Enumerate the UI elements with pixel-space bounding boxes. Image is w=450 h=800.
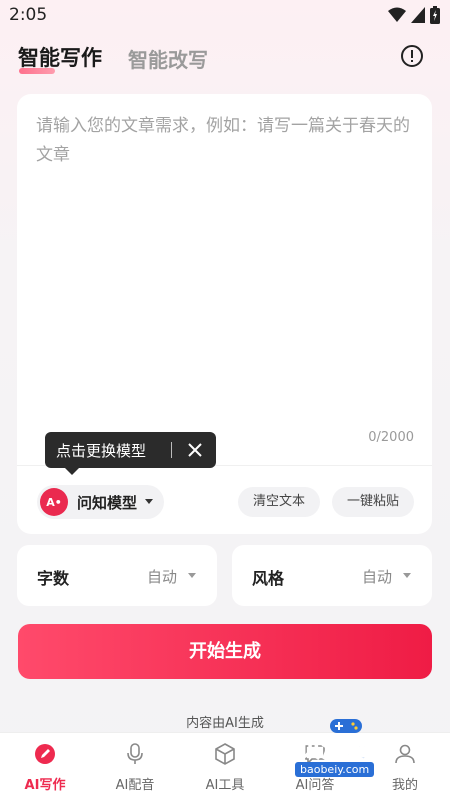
model-selector[interactable]: A• 问知模型 — [37, 485, 164, 519]
tooltip-separator — [171, 442, 172, 458]
clear-text-button[interactable]: 清空文本 — [238, 487, 320, 517]
pen-icon — [35, 744, 55, 764]
signal-icon — [411, 7, 425, 23]
status-time: 2:05 — [9, 5, 48, 25]
style-label: 风格 — [252, 569, 285, 588]
model-tooltip: 点击更换模型 — [45, 432, 216, 475]
microphone-icon — [127, 743, 143, 764]
header: 智能写作 智能改写 — [0, 38, 450, 82]
tab-smart-rewrite[interactable]: 智能改写 — [128, 44, 208, 73]
model-logo-icon: A• — [40, 488, 68, 516]
paste-button[interactable]: 一键粘贴 — [332, 487, 414, 517]
cube-icon — [215, 743, 235, 765]
tooltip-text: 点击更换模型 — [56, 442, 147, 460]
watermark-text: 宝贝游戏网 — [275, 738, 392, 764]
article-request-input[interactable]: 请输入您的文章需求，例如：请写一篇关于春天的文章 — [36, 112, 416, 170]
nav-ai-writing[interactable]: AI写作 — [0, 733, 90, 800]
word-count-label: 字数 — [37, 569, 70, 588]
word-count-select[interactable]: 字数 自动 — [17, 545, 217, 606]
wifi-icon — [388, 7, 406, 22]
generate-button[interactable]: 开始生成 — [18, 624, 432, 679]
caret-down-icon — [188, 573, 196, 578]
style-value: 自动 — [361, 568, 392, 586]
caret-down-icon — [403, 573, 411, 578]
info-icon[interactable] — [400, 44, 424, 68]
watermark: 宝贝游戏网 baobeiy.com — [275, 716, 424, 780]
nav-ai-voice[interactable]: AI配音 — [90, 733, 180, 800]
nav-label: AI配音 — [115, 778, 155, 793]
word-count-value: 自动 — [146, 568, 177, 586]
watermark-url: baobeiy.com — [295, 762, 375, 777]
nav-label: AI工具 — [205, 778, 245, 793]
tooltip-arrow — [65, 468, 79, 475]
status-icons — [388, 6, 440, 24]
battery-icon — [430, 6, 440, 24]
nav-label: AI写作 — [24, 778, 66, 793]
nav-ai-tools[interactable]: AI工具 — [180, 733, 270, 800]
char-count: 0/2000 — [368, 430, 414, 445]
style-select[interactable]: 风格 自动 — [232, 545, 432, 606]
caret-down-icon — [145, 499, 153, 504]
close-icon[interactable] — [186, 441, 204, 459]
status-bar: 2:05 — [0, 0, 450, 32]
editor-card: 请输入您的文章需求，例如：请写一篇关于春天的文章 0/2000 — [17, 94, 432, 534]
tab-smart-writing[interactable]: 智能写作 — [18, 42, 102, 72]
model-label: 问知模型 — [77, 494, 138, 512]
